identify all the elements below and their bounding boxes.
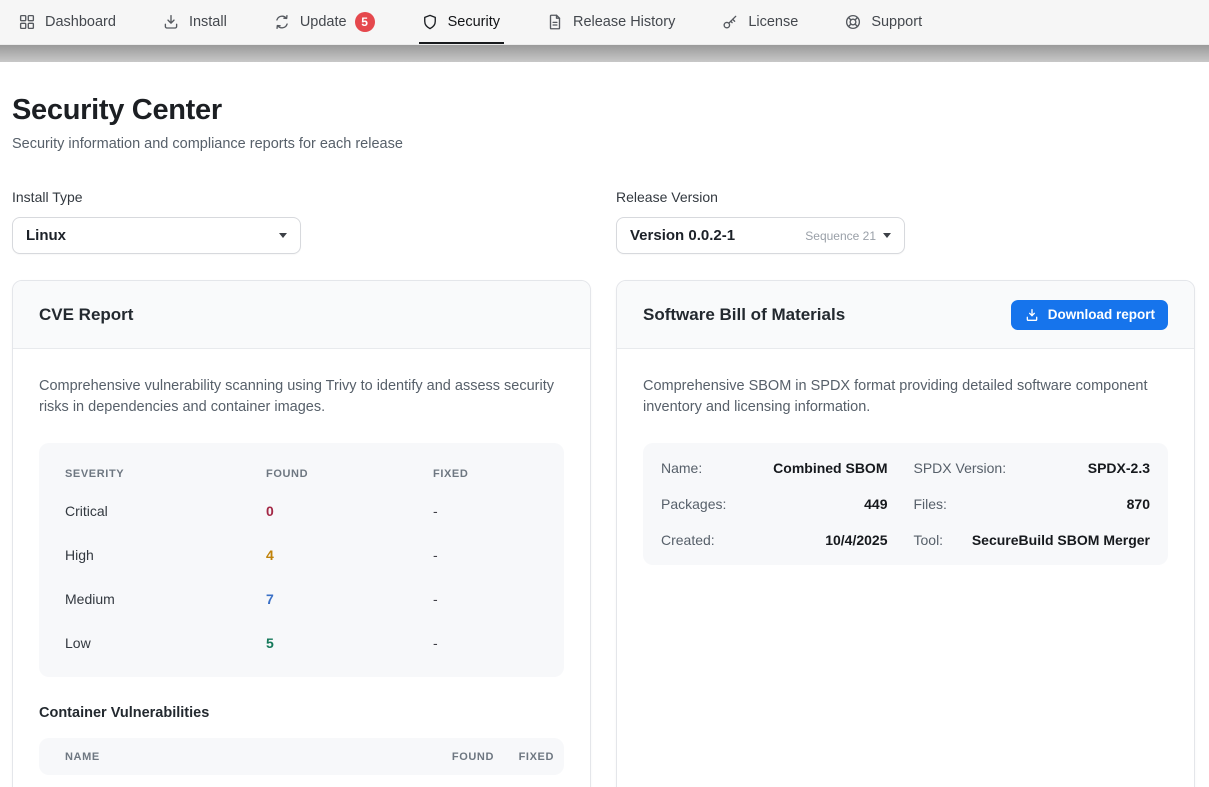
nav-label-dashboard: Dashboard — [45, 14, 116, 30]
top-nav: Dashboard Install Update 5 Security Rele… — [0, 0, 1209, 45]
table-row: Packages: 449 Files: 870 — [661, 486, 1150, 522]
sbom-tool-value: SecureBuild SBOM Merger — [943, 532, 1150, 548]
table-row: Name: Combined SBOM SPDX Version: SPDX-2… — [661, 450, 1150, 486]
cve-report-body: Comprehensive vulnerability scanning usi… — [13, 349, 590, 787]
severity-name: High — [65, 547, 266, 563]
col-severity: SEVERITY — [65, 468, 266, 480]
nav-item-support[interactable]: Support — [844, 0, 922, 44]
sequence-label: Sequence 21 — [805, 229, 876, 243]
table-row: Created: 10/4/2025 Tool: SecureBuild SBO… — [661, 522, 1150, 558]
download-report-label: Download report — [1048, 307, 1155, 322]
fixed-count: - — [433, 547, 538, 563]
cve-report-title: CVE Report — [39, 305, 133, 325]
security-shield-icon — [421, 13, 439, 31]
nav-item-update[interactable]: Update 5 — [273, 0, 375, 44]
page-title: Security Center — [12, 94, 1195, 127]
fixed-count: - — [433, 635, 538, 651]
chevron-down-icon — [883, 233, 891, 238]
col-found: FOUND — [266, 468, 433, 480]
col-name: NAME — [65, 751, 424, 763]
sbom-body: Comprehensive SBOM in SPDX format provid… — [617, 349, 1194, 592]
col-found: FOUND — [424, 751, 494, 763]
cards-row: CVE Report Comprehensive vulnerability s… — [12, 280, 1195, 787]
table-row-medium: Medium 7 - — [39, 577, 564, 621]
table-row-high: High 4 - — [39, 533, 564, 577]
main-content: Security Center Security information and… — [0, 94, 1209, 787]
sbom-name-value: Combined SBOM — [702, 460, 887, 476]
release-version-label: Release Version — [616, 189, 1195, 205]
found-count: 4 — [266, 547, 433, 563]
cve-report-card: CVE Report Comprehensive vulnerability s… — [12, 280, 591, 787]
col-fixed: FIXED — [494, 751, 554, 763]
cve-report-description: Comprehensive vulnerability scanning usi… — [39, 376, 564, 418]
severity-name: Medium — [65, 591, 266, 607]
nav-label-support: Support — [871, 14, 922, 30]
nav-item-release-history[interactable]: Release History — [546, 0, 675, 44]
license-key-icon — [721, 13, 739, 31]
sbom-description: Comprehensive SBOM in SPDX format provid… — [643, 376, 1168, 418]
sbom-created-label: Created: — [661, 532, 715, 548]
nav-label-security: Security — [448, 14, 500, 30]
sbom-spdx-version-value: SPDX-2.3 — [1006, 460, 1150, 476]
install-type-label: Install Type — [12, 189, 591, 205]
nav-item-dashboard[interactable]: Dashboard — [18, 0, 116, 44]
toolbar-shadow-band — [0, 45, 1209, 62]
sbom-files-label: Files: — [914, 496, 947, 512]
nav-item-security[interactable]: Security — [421, 0, 500, 44]
install-type-filter: Install Type Linux — [12, 189, 591, 254]
support-lifebuoy-icon — [844, 13, 862, 31]
container-vulnerabilities-header: NAME FOUND FIXED — [39, 738, 564, 775]
severity-name: Critical — [65, 503, 266, 519]
release-version-value: Version 0.0.2-1 — [630, 227, 735, 244]
release-version-select[interactable]: Version 0.0.2-1 Sequence 21 — [616, 217, 905, 254]
update-refresh-icon — [273, 13, 291, 31]
nav-label-install: Install — [189, 14, 227, 30]
sbom-files-value: 870 — [947, 496, 1150, 512]
severity-table: SEVERITY FOUND FIXED Critical 0 - High 4… — [39, 443, 564, 677]
sbom-header: Software Bill of Materials Download repo… — [617, 281, 1194, 349]
sbom-title: Software Bill of Materials — [643, 305, 845, 325]
filters-row: Install Type Linux Release Version Versi… — [12, 189, 1195, 254]
fixed-count: - — [433, 503, 538, 519]
update-count-badge: 5 — [355, 12, 375, 32]
sbom-packages-value: 449 — [726, 496, 887, 512]
dashboard-grid-icon — [18, 13, 36, 31]
container-vulnerabilities-title: Container Vulnerabilities — [39, 705, 564, 721]
nav-label-update: Update — [300, 14, 347, 30]
cve-report-header: CVE Report — [13, 281, 590, 349]
sbom-packages-label: Packages: — [661, 496, 726, 512]
found-count: 5 — [266, 635, 433, 651]
col-fixed: FIXED — [433, 468, 538, 480]
install-download-icon — [162, 13, 180, 31]
download-report-button[interactable]: Download report — [1011, 300, 1168, 330]
release-version-filter: Release Version Version 0.0.2-1 Sequence… — [616, 189, 1195, 254]
sbom-card: Software Bill of Materials Download repo… — [616, 280, 1195, 787]
found-count: 7 — [266, 591, 433, 607]
severity-table-header: SEVERITY FOUND FIXED — [39, 451, 564, 489]
found-count: 0 — [266, 503, 433, 519]
nav-label-release-history: Release History — [573, 14, 675, 30]
nav-label-license: License — [748, 14, 798, 30]
install-type-value: Linux — [26, 227, 66, 244]
page-subtitle: Security information and compliance repo… — [12, 136, 1195, 152]
sbom-details-table: Name: Combined SBOM SPDX Version: SPDX-2… — [643, 443, 1168, 565]
nav-item-install[interactable]: Install — [162, 0, 227, 44]
chevron-down-icon — [279, 233, 287, 238]
download-icon — [1024, 307, 1040, 323]
table-row-low: Low 5 - — [39, 621, 564, 665]
release-history-file-icon — [546, 13, 564, 31]
sbom-spdx-version-label: SPDX Version: — [914, 460, 1007, 476]
sbom-name-label: Name: — [661, 460, 702, 476]
sbom-created-value: 10/4/2025 — [715, 532, 888, 548]
sbom-tool-label: Tool: — [914, 532, 944, 548]
install-type-select[interactable]: Linux — [12, 217, 301, 254]
nav-item-license[interactable]: License — [721, 0, 798, 44]
severity-name: Low — [65, 635, 266, 651]
table-row-critical: Critical 0 - — [39, 489, 564, 533]
fixed-count: - — [433, 591, 538, 607]
